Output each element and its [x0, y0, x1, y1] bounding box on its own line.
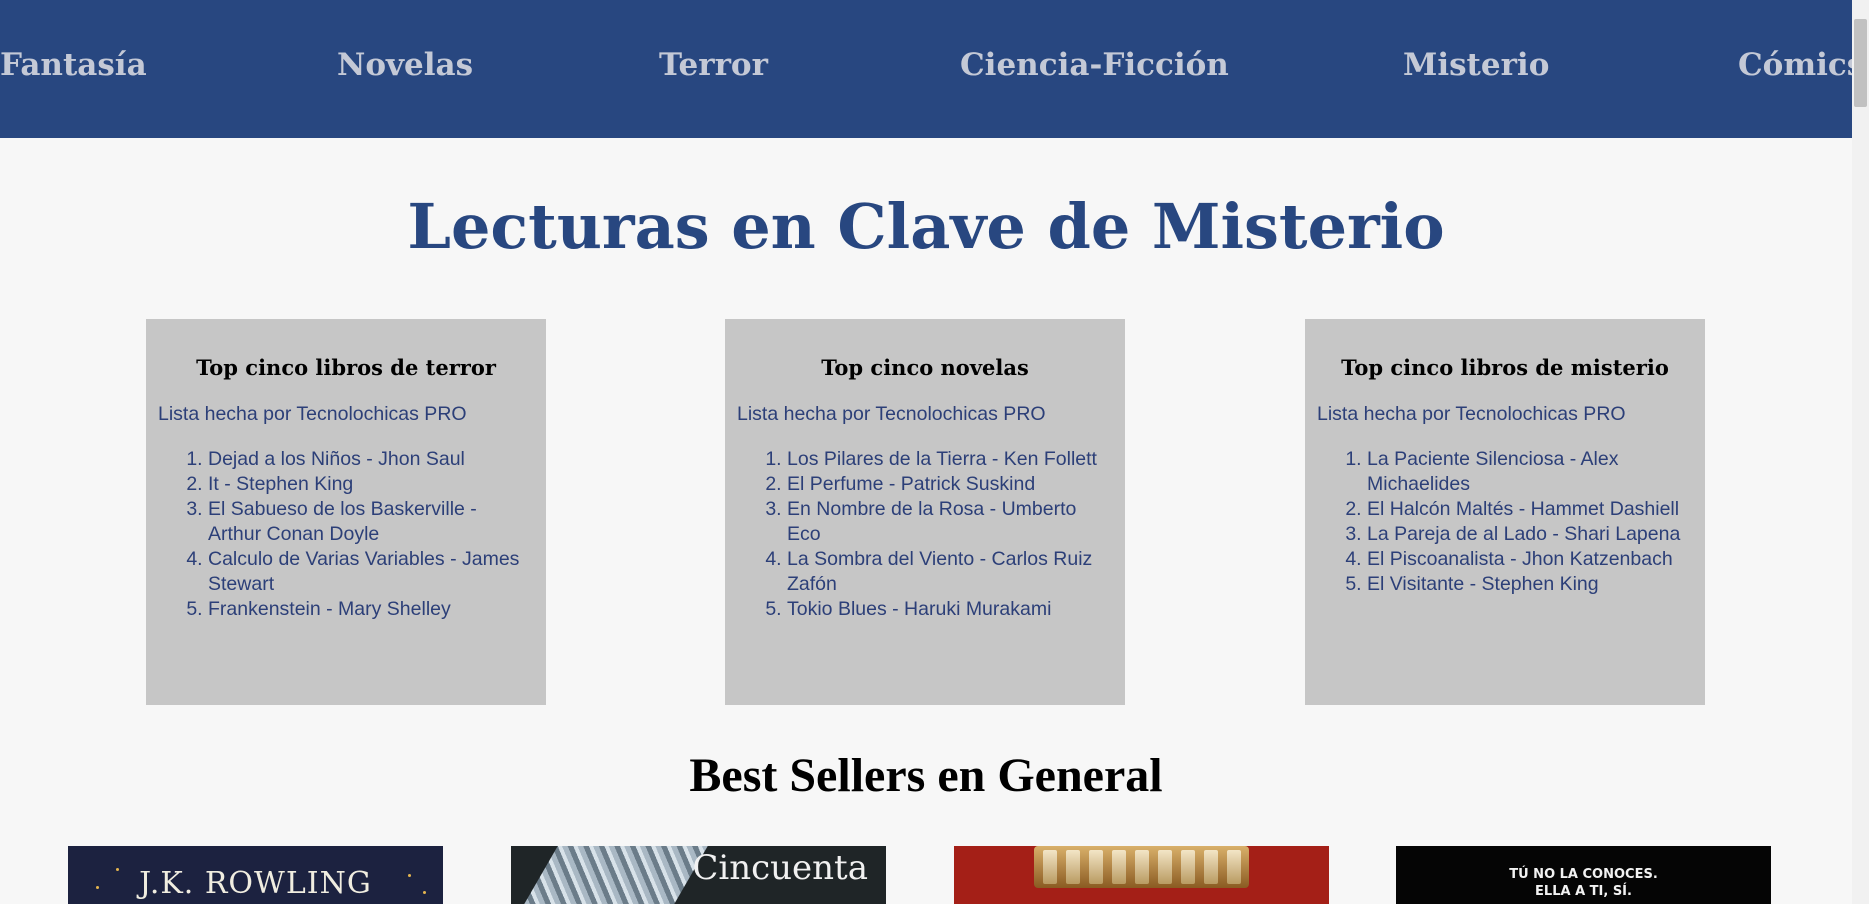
top-navigation: Fantasía Novelas Terror Ciencia-Ficción …	[0, 0, 1864, 138]
nav-link-terror[interactable]: Terror	[659, 47, 768, 83]
book-cover-tagline[interactable]: TÚ NO LA CONOCES. ELLA A TI, SÍ.	[1396, 846, 1771, 904]
card-title: Top cinco novelas	[821, 355, 1029, 380]
list-item: La Paciente Silenciosa - Alex Michaelide…	[1367, 447, 1687, 497]
list-item: Frankenstein - Mary Shelley	[208, 597, 528, 622]
book-list: La Paciente Silenciosa - Alex Michaelide…	[1317, 447, 1687, 597]
best-sellers-heading: Best Sellers en General	[689, 749, 1163, 802]
card-byline: Lista hecha por Tecnolochicas PRO	[158, 403, 467, 425]
card-novelas: Top cinco novelas Lista hecha por Tecnol…	[725, 319, 1125, 705]
tagline-line-1: TÚ NO LA CONOCES.	[1509, 867, 1658, 882]
book-list: Los Pilares de la Tierra - Ken Follett E…	[737, 447, 1107, 622]
list-item: La Sombra del Viento - Carlos Ruiz Zafón	[787, 547, 1107, 597]
nav-link-ciencia-ficcion[interactable]: Ciencia-Ficción	[960, 47, 1229, 83]
nav-link-misterio[interactable]: Misterio	[1403, 47, 1549, 83]
list-item: En Nombre de la Rosa - Umberto Eco	[787, 497, 1107, 547]
card-title: Top cinco libros de terror	[196, 355, 496, 380]
list-item: El Piscoanalista - Jhon Katzenbach	[1367, 547, 1687, 572]
book-cover-rowling[interactable]: J.K. ROWLING	[68, 846, 443, 904]
list-item: El Halcón Maltés - Hammet Dashiell	[1367, 497, 1687, 522]
list-item: El Sabueso de los Baskerville - Arthur C…	[208, 497, 528, 547]
card-byline: Lista hecha por Tecnolochicas PRO	[1317, 403, 1626, 425]
list-item: El Visitante - Stephen King	[1367, 572, 1687, 597]
cover-texture	[524, 846, 708, 904]
card-title: Top cinco libros de misterio	[1341, 355, 1669, 380]
vertical-scrollbar[interactable]	[1852, 0, 1869, 904]
list-item: El Perfume - Patrick Suskind	[787, 472, 1107, 497]
book-list: Dejad a los Niños - Jhon Saul It - Steph…	[158, 447, 528, 622]
nav-link-comics[interactable]: Cómics	[1738, 47, 1864, 83]
list-item: It - Stephen King	[208, 472, 528, 497]
cover-author: J.K. ROWLING	[139, 866, 372, 901]
scrollbar-thumb[interactable]	[1854, 19, 1867, 107]
card-byline: Lista hecha por Tecnolochicas PRO	[737, 403, 1046, 425]
list-item: Calculo de Varias Variables - James Stew…	[208, 547, 528, 597]
cryptex-image	[1034, 846, 1249, 888]
list-item: Tokio Blues - Haruki Murakami	[787, 597, 1107, 622]
nav-link-novelas[interactable]: Novelas	[337, 47, 473, 83]
card-misterio: Top cinco libros de misterio Lista hecha…	[1305, 319, 1705, 705]
book-cover-cincuenta[interactable]: Cincuenta	[511, 846, 886, 904]
list-item: La Pareja de al Lado - Shari Lapena	[1367, 522, 1687, 547]
book-cover-cryptex[interactable]	[954, 846, 1329, 904]
nav-link-fantasia[interactable]: Fantasía	[0, 47, 147, 83]
list-item: Los Pilares de la Tierra - Ken Follett	[787, 447, 1107, 472]
list-item: Dejad a los Niños - Jhon Saul	[208, 447, 528, 472]
cover-title: Cincuenta	[692, 848, 868, 888]
cover-tagline: TÚ NO LA CONOCES. ELLA A TI, SÍ.	[1396, 866, 1771, 900]
card-terror: Top cinco libros de terror Lista hecha p…	[146, 319, 546, 705]
page-title: Lecturas en Clave de Misterio	[407, 190, 1445, 263]
tagline-line-2: ELLA A TI, SÍ.	[1535, 884, 1632, 899]
